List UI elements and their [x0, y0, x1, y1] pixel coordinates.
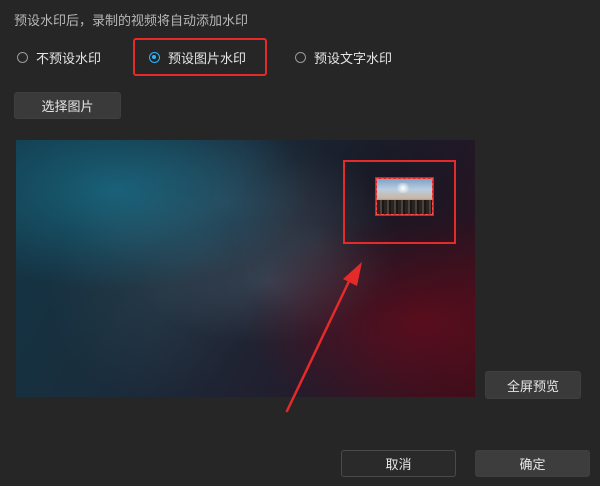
choose-image-button[interactable]: 选择图片 [14, 92, 121, 119]
annotation-highlight-box [343, 160, 456, 244]
fullscreen-preview-button[interactable]: 全屏预览 [485, 371, 581, 399]
watermark-settings-dialog: 预设水印后，录制的视频将自动添加水印 不预设水印 预设图片水印 预设文字水印 选… [0, 0, 600, 486]
radio-circle-icon [295, 51, 306, 63]
radio-no-watermark[interactable]: 不预设水印 [17, 42, 101, 72]
radio-text-watermark[interactable]: 预设文字水印 [295, 42, 392, 72]
annotation-highlight-box [133, 38, 267, 76]
cancel-button[interactable]: 取消 [341, 450, 456, 477]
ok-button[interactable]: 确定 [475, 450, 590, 477]
radio-circle-icon [17, 51, 28, 63]
radio-label: 不预设水印 [36, 51, 102, 67]
watermark-hint-text: 预设水印后，录制的视频将自动添加水印 [14, 14, 249, 29]
watermark-type-radio-group: 不预设水印 预设图片水印 预设文字水印 [0, 42, 600, 72]
radio-label: 预设文字水印 [314, 51, 393, 67]
